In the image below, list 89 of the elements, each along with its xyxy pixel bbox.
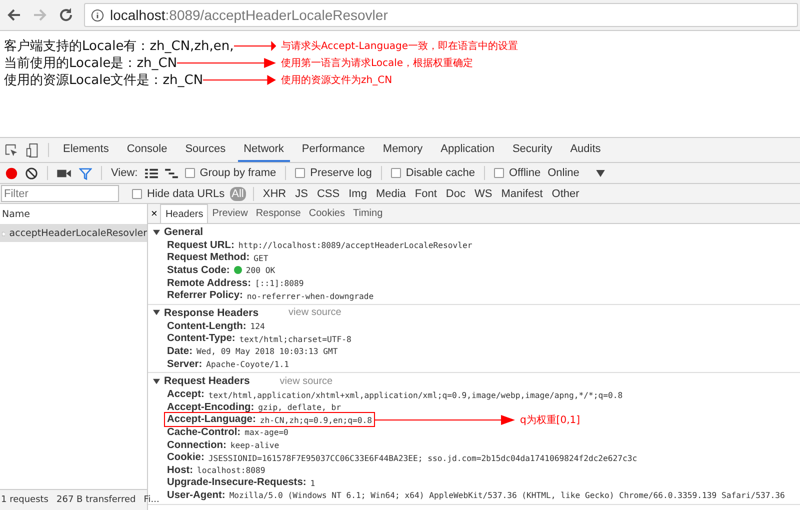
devtools-tab[interactable]: Sources xyxy=(179,138,232,162)
checkbox[interactable] xyxy=(295,168,306,178)
collapse-triangle-icon[interactable] xyxy=(153,378,160,385)
type-filter-button[interactable]: Font xyxy=(412,186,439,200)
type-filter-button[interactable]: JS xyxy=(293,186,310,200)
header-row: User-Agent: Mozilla/5.0 (Windows NT 6.1; Win64; x64) AppleWebKit/537.36 (KHTML, like Gecko) Chrome/66.0.3359.139 Safari/537.36 xyxy=(166,490,786,501)
checkbox[interactable] xyxy=(390,168,401,178)
url-text: localhost:8089/acceptHeaderLocaleResovler xyxy=(110,7,388,23)
waterfall-view-icon[interactable] xyxy=(164,168,178,178)
filter-icon[interactable] xyxy=(79,166,92,180)
clear-icon[interactable] xyxy=(25,166,38,180)
header-row: Request URL: http://localhost:8089/acceptHeaderLocaleResovler xyxy=(166,240,474,251)
section-title[interactable]: General xyxy=(164,226,204,238)
checkbox-label: Offline xyxy=(508,167,541,179)
summary-text: Fi... xyxy=(144,495,160,505)
header-row: Referrer Policy: no-referrer-when-downgrade xyxy=(166,290,375,302)
locale-text: 使用的资源Locale文件是：zh_CN xyxy=(4,72,204,88)
close-button[interactable]: × xyxy=(148,204,160,223)
devtools-tab[interactable]: Application xyxy=(434,138,500,162)
camera-icon[interactable] xyxy=(57,168,72,178)
checkbox[interactable] xyxy=(494,168,504,178)
detail-tab[interactable]: Headers xyxy=(160,204,208,223)
summary-text: 267 B transferred xyxy=(56,495,136,505)
header-row: Host: localhost:8089 xyxy=(166,464,266,476)
annotation-arrow xyxy=(234,40,276,50)
type-filter-button[interactable]: WS xyxy=(472,186,494,200)
type-filter-button[interactable]: Manifest xyxy=(499,186,545,200)
header-row: Content-Length: 124 xyxy=(166,320,266,332)
devtools-tab[interactable]: Performance xyxy=(296,138,371,162)
devtools-tab[interactable]: Elements xyxy=(57,138,115,162)
annotation-text: 与请求头Accept-Language一致，即在语言中的设置 xyxy=(281,40,518,52)
type-filter-button[interactable]: XHR xyxy=(260,186,288,200)
summary-text: 1 requests xyxy=(1,495,48,505)
type-filter-button[interactable]: Img xyxy=(346,186,369,200)
annotation-text: 使用第一语言为请求Locale，根据权重确定 xyxy=(281,56,474,70)
header-row: Request Method: GET xyxy=(166,252,270,264)
filter-field[interactable]: Filter xyxy=(1,185,119,202)
header-row: Remote Address: [::1]:8089 xyxy=(166,278,305,289)
type-filter-button[interactable]: Other xyxy=(550,186,582,200)
detail-tab[interactable]: Cookies xyxy=(304,204,349,223)
devtools-tab[interactable]: Audits xyxy=(564,138,607,162)
type-filter-button[interactable]: CSS xyxy=(314,186,342,200)
dropdown-caret-icon[interactable] xyxy=(596,170,606,176)
header-row: Status Code: 200 OK xyxy=(166,264,276,276)
annotation-text: 使用的资源文件为zh_CN xyxy=(281,74,392,86)
throttling-select[interactable]: Online xyxy=(548,167,580,179)
reload-icon[interactable] xyxy=(58,7,74,23)
back-icon[interactable] xyxy=(6,7,22,23)
header-row: Date: Wed, 09 May 2018 10:03:13 GMT xyxy=(166,346,339,357)
view-source-link[interactable]: view source xyxy=(280,376,333,387)
devtools-tab[interactable]: Security xyxy=(506,138,558,162)
header-row: Cookie: JSESSIONID=161578F7E95037CC06C33E6F44BA23EE; sso.jd.com=2b15dc04da1741069824f2dc2e627c3c xyxy=(166,452,638,464)
list-view-icon[interactable] xyxy=(144,168,158,178)
inspect-icon[interactable] xyxy=(4,142,19,158)
checkbox-label: Hide data URLs xyxy=(147,188,225,200)
locale-text: 客户端支持的Locale有：zh_CN,zh,en, xyxy=(4,38,234,54)
checkbox-label: Disable cache xyxy=(406,167,475,179)
address-bar[interactable]: localhost:8089/acceptHeaderLocaleResovler xyxy=(84,3,798,27)
header-row: Upgrade-Insecure-Requests: 1 xyxy=(166,477,316,488)
view-source-link[interactable]: view source xyxy=(288,307,342,318)
checkbox[interactable] xyxy=(132,188,142,198)
collapse-triangle-icon[interactable] xyxy=(153,309,160,316)
detail-tab[interactable]: Response xyxy=(252,204,305,223)
section-title[interactable]: Request Headers xyxy=(164,375,250,388)
header-row: Accept: text/html,application/xhtml+xml,application/xml;q=0.9,image/webp,image/apng,*/*;q=0.8 xyxy=(166,389,624,400)
highlight-box: Accept-Language: zh-CN,zh;q=0.9,en;q=0.8 xyxy=(166,414,373,426)
devtools-tab[interactable]: Console xyxy=(120,138,174,162)
header-row: Connection: keep-alive xyxy=(166,440,280,451)
device-icon[interactable] xyxy=(25,142,40,158)
record-icon[interactable] xyxy=(5,166,18,180)
type-filter-button[interactable]: Media xyxy=(374,186,408,200)
header-row: Content-Type: text/html;charset=UTF-8 xyxy=(166,333,352,344)
view-label: View: xyxy=(111,167,138,179)
checkbox-label: Group by frame xyxy=(200,167,276,179)
info-icon xyxy=(91,8,104,22)
detail-tab[interactable]: Timing xyxy=(349,204,387,223)
collapse-triangle-icon[interactable] xyxy=(153,228,160,236)
checkbox[interactable] xyxy=(184,168,195,178)
locale-text: 当前使用的Locale是：zh_CN xyxy=(4,54,178,72)
request-row[interactable]: acceptHeaderLocaleResovler xyxy=(0,225,147,242)
devtools-tab[interactable]: Memory xyxy=(376,138,429,162)
detail-tab[interactable]: Preview xyxy=(208,204,252,223)
header-row: Server: Apache-Coyote/1.1 xyxy=(166,358,290,370)
checkbox-label: Preserve log xyxy=(310,167,372,179)
annotation-text: q为权重[0,1] xyxy=(520,414,580,427)
section-title[interactable]: Response Headers xyxy=(164,306,259,319)
header-row: Accept-Encoding: gzip, deflate, br xyxy=(166,402,342,413)
header-row: Cache-Control: max-age=0 xyxy=(166,426,290,438)
type-filter-button[interactable]: Doc xyxy=(444,186,468,200)
